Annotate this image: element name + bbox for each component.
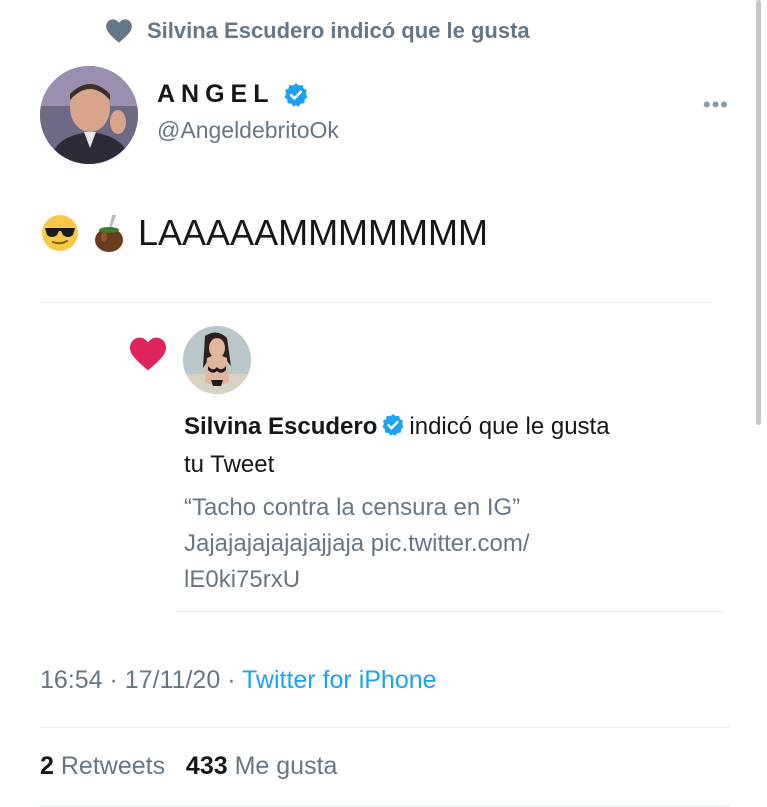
liker-name[interactable]: Silvina Escudero [184,413,377,440]
divider [40,302,712,303]
tweet-source-link[interactable]: Twitter for iPhone [242,666,437,694]
divider [40,727,730,728]
liker-avatar-image [183,326,251,394]
tweet-time: 16:54 [40,666,103,694]
quoted-tweet[interactable]: “Tacho contra la censura en IG” Jajajaja… [184,490,634,598]
tweet-text-content: LAAAAAMMMMMMM [138,212,488,253]
verified-badge-icon [284,82,307,107]
tweet-meta: 16:54 · 17/11/20 · Twitter for iPhone [40,666,437,695]
retweets-label: Retweets [60,752,166,780]
retweets-stat[interactable]: 2 Retweets [40,752,165,780]
more-options-icon[interactable]: ••• [703,94,729,116]
author-handle[interactable]: @AngeldebritoOk [157,117,339,144]
tweet-date: 17/11/20 [124,666,221,694]
quoted-line: Jajajajajajajajjaja pic.twitter.com/ [184,530,530,557]
liker-avatar[interactable] [183,326,251,394]
social-context-text: Silvina Escudero indicó que le gusta [147,18,530,43]
sunglasses-emoji-icon [40,213,80,253]
scrollbar[interactable] [756,0,761,425]
social-context: Silvina Escudero indicó que le gusta [105,18,530,44]
notification-text: Silvina Escudero indicó que le gusta tu … [184,408,634,484]
author-name-row[interactable]: ANGEL [157,80,339,109]
likes-count: 433 [185,752,228,780]
tweet-author: ANGEL @AngeldebritoOk [157,80,339,144]
quoted-line: lE0ki75rxU [184,566,301,593]
like-heart-icon [130,337,166,371]
tweet-stats: 2 Retweets 433 Me gusta [40,752,337,781]
avatar[interactable] [40,66,138,164]
meta-separator: · [102,666,125,694]
quoted-line: “Tacho contra la censura en IG” [184,494,521,521]
verified-badge-icon [382,414,405,436]
tweet-text: LAAAAAMMMMMMM [40,212,488,254]
likes-stat[interactable]: 433 Me gusta [186,752,338,780]
heart-icon [106,19,132,43]
meta-separator: · [220,666,243,694]
divider [176,611,724,612]
retweets-count: 2 [40,752,54,780]
avatar-image [40,66,138,164]
likes-label: Me gusta [234,752,338,780]
author-name[interactable]: ANGEL [157,80,275,109]
mate-emoji-icon [92,213,126,253]
